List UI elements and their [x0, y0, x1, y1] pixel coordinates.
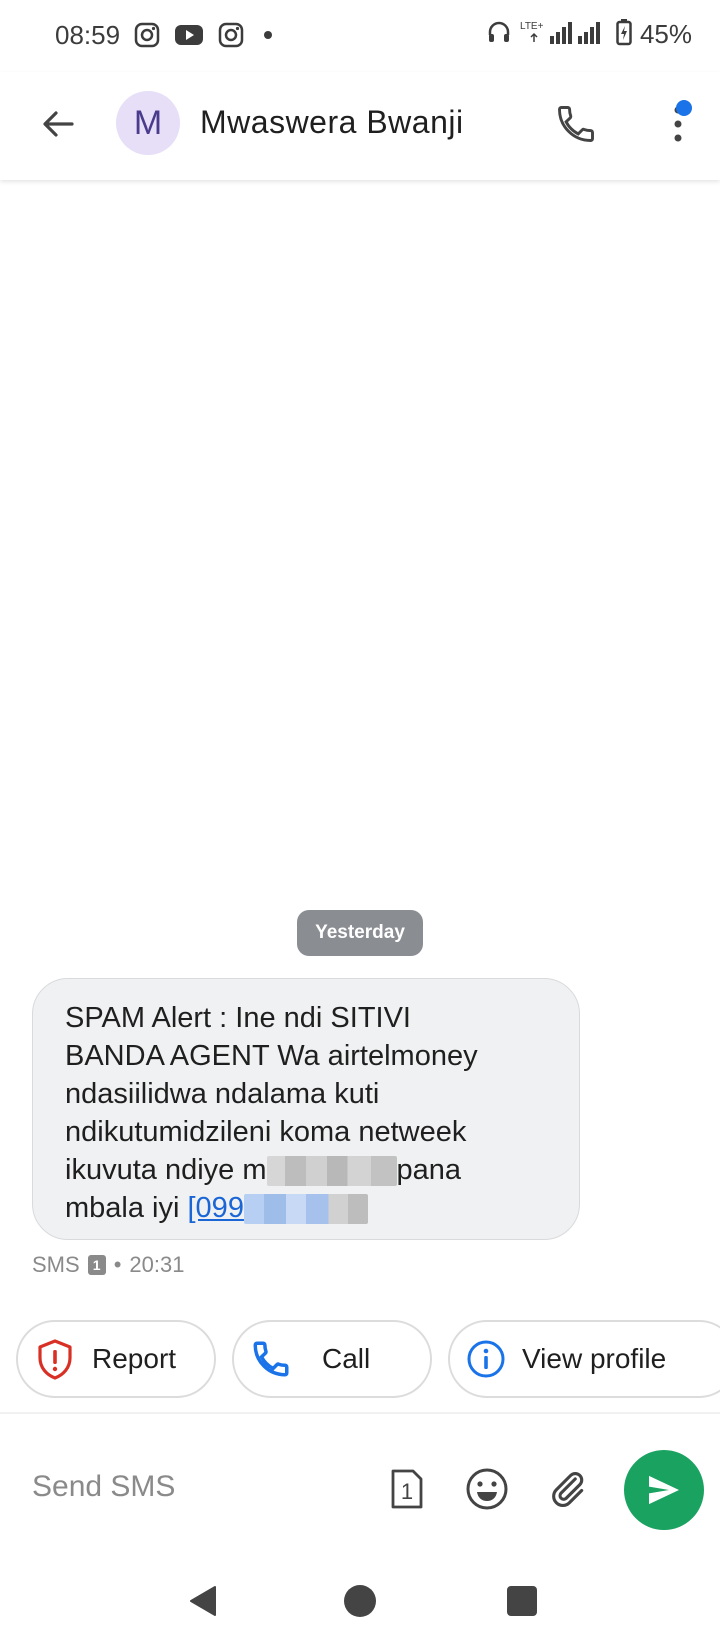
meta-separator: • — [113, 1252, 122, 1277]
system-navigation-bar — [0, 1560, 720, 1640]
status-system-icons: LTE+ 45% — [486, 18, 692, 51]
message-input[interactable]: Send SMS — [32, 1470, 175, 1504]
contact-name[interactable]: Mwaswera Bwanji — [200, 104, 464, 141]
info-icon — [467, 1340, 505, 1378]
message-bubble[interactable]: SPAM Alert : Ine ndi SITIVI BANDA AGENT … — [32, 978, 580, 1240]
phone-icon — [558, 106, 594, 142]
report-button[interactable]: Report — [16, 1320, 216, 1398]
message-time: 20:31 — [129, 1252, 185, 1277]
message-text: SPAM Alert : Ine ndi SITIVI BANDA AGENT … — [65, 999, 551, 1227]
suggestion-chips: Report Call View profile — [16, 1320, 720, 1400]
instagram-icon — [218, 22, 244, 53]
status-notification-icons — [134, 22, 278, 53]
message-fragment: mbala iyi — [65, 1192, 188, 1224]
message-meta: SMS 1 • 20:31 — [32, 1252, 184, 1278]
date-divider: Yesterday — [297, 910, 423, 956]
sim-label: 1 — [401, 1479, 413, 1504]
message-line: ndasiilidwa ndalama kuti — [65, 1078, 380, 1110]
call-label: Call — [322, 1343, 371, 1374]
message-type: SMS — [32, 1252, 80, 1277]
message-line: ndikutumidzileni koma netweek — [65, 1116, 467, 1148]
phone-icon — [253, 1341, 289, 1377]
circle-home-icon — [344, 1585, 376, 1617]
message-line: SPAM Alert : Ine ndi SITIVI — [65, 1002, 411, 1034]
shield-alert-icon — [38, 1339, 72, 1380]
nav-home-button[interactable] — [335, 1576, 385, 1626]
call-chip-button[interactable]: Call — [232, 1320, 432, 1398]
notification-dot — [676, 100, 692, 116]
emoji-button[interactable] — [460, 1462, 514, 1516]
sim-card-icon: 1 — [391, 1469, 423, 1509]
nav-recents-button[interactable] — [497, 1576, 547, 1626]
message-fragment: ikuvuta ndiye m — [65, 1154, 267, 1186]
square-recents-icon — [507, 1586, 537, 1616]
headphones-icon — [486, 19, 512, 50]
redacted-phone-number — [243, 1194, 368, 1225]
battery-charging-icon — [616, 18, 632, 51]
arrow-left-icon — [43, 111, 74, 137]
emoji-icon — [466, 1468, 508, 1510]
send-button[interactable] — [624, 1450, 704, 1530]
triangle-back-icon — [190, 1586, 216, 1616]
message-line: ikuvuta ndiye m pana — [65, 1151, 551, 1189]
sim-icon: 1 — [87, 1255, 106, 1275]
view-profile-label: View profile — [522, 1343, 667, 1374]
sim-number: 1 — [92, 1257, 101, 1273]
phone-number-prefix: [099 — [187, 1192, 244, 1224]
view-profile-button[interactable]: View profile — [448, 1320, 720, 1398]
avatar[interactable]: M — [116, 91, 180, 155]
status-time: 08:59 — [55, 20, 121, 50]
youtube-icon — [174, 23, 204, 52]
conversation-app-bar: M Mwaswera Bwanji — [0, 72, 720, 180]
phone-number-link[interactable]: [099 — [187, 1192, 368, 1225]
message-line: mbala iyi [099 — [65, 1189, 551, 1227]
send-icon — [649, 1475, 679, 1505]
sim-selector-button[interactable]: 1 — [380, 1462, 434, 1516]
message-fragment: pana — [396, 1154, 462, 1186]
paperclip-icon — [552, 1472, 584, 1507]
status-bar: 08:59 LTE+ 45% — [0, 0, 720, 72]
report-label: Report — [92, 1343, 177, 1374]
back-button[interactable] — [30, 96, 86, 152]
svg-text:LTE+: LTE+ — [520, 21, 544, 32]
message-line: BANDA AGENT Wa airtelmoney — [65, 1040, 478, 1072]
redacted-text — [266, 1156, 397, 1187]
dot-icon — [258, 25, 278, 50]
lte-signal-icon: LTE+ — [520, 18, 608, 51]
nav-back-button[interactable] — [178, 1576, 228, 1626]
instagram-icon — [134, 22, 160, 53]
call-button[interactable] — [548, 96, 604, 152]
attach-button[interactable] — [540, 1462, 594, 1516]
compose-divider — [0, 1412, 720, 1414]
battery-percent: 45% — [639, 19, 692, 49]
